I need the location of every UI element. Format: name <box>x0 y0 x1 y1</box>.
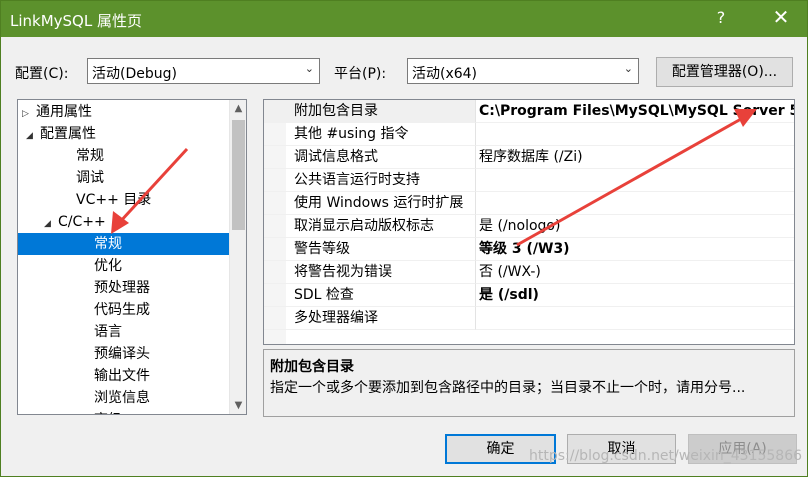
annotation-arrow-right <box>516 109 757 247</box>
annotation-arrow-left <box>111 147 189 234</box>
annotation-overlay <box>111 109 757 247</box>
property-pages-window: LinkMySQL 属性页 ? ✕ 配置(C): 活动(Debug) ⌄ 平台(… <box>0 0 808 477</box>
